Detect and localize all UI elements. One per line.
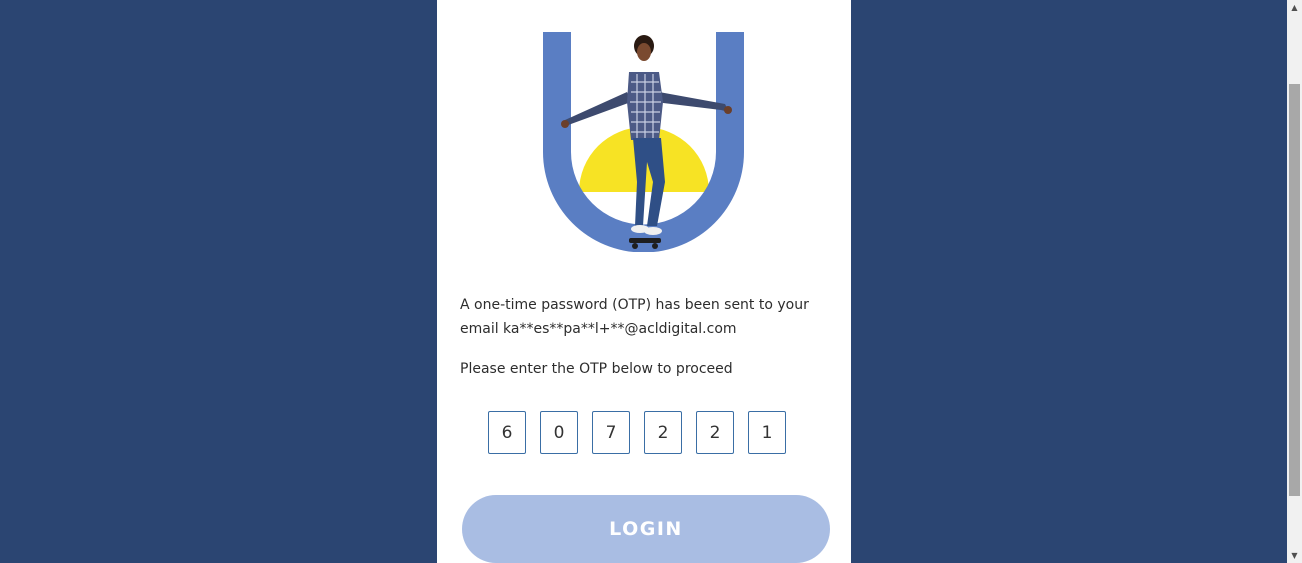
scroll-down-arrow-icon[interactable]: ▼ <box>1287 548 1302 563</box>
scroll-up-arrow-icon[interactable]: ▲ <box>1287 0 1302 15</box>
otp-sent-message: A one-time password (OTP) has been sent … <box>460 293 820 341</box>
otp-digit-2[interactable] <box>540 411 578 454</box>
otp-digit-6[interactable] <box>748 411 786 454</box>
hero-illustration <box>543 32 744 252</box>
vertical-scrollbar[interactable]: ▲ ▼ <box>1287 0 1302 563</box>
otp-digit-3[interactable] <box>592 411 630 454</box>
scrollbar-thumb[interactable] <box>1289 84 1300 496</box>
otp-prompt: Please enter the OTP below to proceed <box>460 361 733 377</box>
login-button[interactable]: LOGIN <box>462 495 830 563</box>
otp-digit-1[interactable] <box>488 411 526 454</box>
otp-sent-line1: A one-time password (OTP) has been sent … <box>460 297 809 313</box>
otp-digit-4[interactable] <box>644 411 682 454</box>
otp-card: A one-time password (OTP) has been sent … <box>437 0 851 563</box>
otp-sent-line2: email ka**es**pa**l+**@acldigital.com <box>460 321 737 337</box>
otp-digit-5[interactable] <box>696 411 734 454</box>
